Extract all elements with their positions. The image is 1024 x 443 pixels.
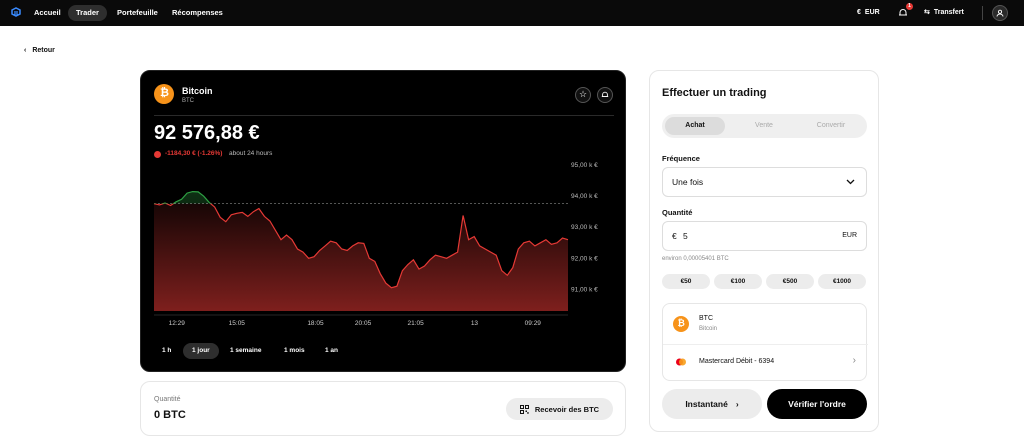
y-tick-label: 94,00 k € — [571, 193, 598, 200]
amount-currency: EUR — [842, 232, 857, 239]
summary-ticker: BTC — [699, 315, 713, 322]
bell-icon[interactable] — [898, 8, 908, 18]
user-icon — [996, 9, 1004, 17]
x-tick-label: 09:29 — [525, 320, 542, 327]
x-tick-label: 12:29 — [169, 320, 186, 327]
preset-50[interactable]: €50 — [662, 274, 710, 289]
price-alert-button[interactable] — [597, 87, 613, 103]
preset-500[interactable]: €500 — [766, 274, 814, 289]
trade-title: Effectuer un trading — [662, 87, 767, 99]
chevron-right-icon: › — [735, 399, 739, 409]
bell-icon — [601, 91, 609, 98]
receive-btc-button[interactable]: Recevoir des BTC — [506, 398, 613, 420]
transfer-label: Transfert — [933, 9, 964, 16]
instant-label: Instantané — [685, 399, 728, 409]
timeframe-1-jour[interactable]: 1 jour — [183, 343, 219, 359]
qr-code-icon — [519, 404, 529, 414]
timeframe-1-an[interactable]: 1 an — [316, 343, 347, 359]
amount-value: 5 — [683, 231, 688, 241]
star-icon: ☆ — [579, 89, 588, 99]
logo-icon[interactable] — [9, 6, 23, 20]
x-tick-label: 13 — [471, 320, 479, 327]
favorite-button[interactable]: ☆ — [575, 87, 591, 103]
transfer-icon: ⇆ — [924, 9, 930, 16]
euro-icon: € — [672, 231, 677, 241]
bitcoin-icon: ₿ — [154, 84, 174, 104]
chart-card: ₿ Bitcoin BTC ☆ 92 576,88 € -1184,30 € (… — [140, 70, 626, 372]
frequency-label: Fréquence — [662, 154, 700, 163]
y-tick-label: 91,00 k € — [571, 286, 598, 293]
price-chart[interactable]: 95,00 k € 94,00 k € 93,00 k € 92,00 k € 91,0… — [141, 151, 626, 331]
quantity-label: Quantité — [662, 208, 693, 217]
summary-asset-name: Bitcoin — [699, 326, 718, 332]
euro-icon: € — [857, 9, 861, 16]
payment-method[interactable]: Mastercard Débit - 6394 — [699, 358, 774, 365]
preset-100[interactable]: €100 — [714, 274, 762, 289]
timeframe-1-mois[interactable]: 1 mois — [275, 343, 314, 359]
x-tick-label: 21:05 — [408, 320, 425, 327]
x-tick-label: 18:05 — [307, 320, 324, 327]
nav-portefeuille[interactable]: Portefeuille — [109, 5, 166, 21]
holdings-card: Quantité 0 BTC Recevoir des BTC — [140, 381, 626, 436]
x-tick-label: 15:05 — [229, 320, 246, 327]
bitcoin-icon: ₿ — [673, 316, 689, 332]
frequency-value: Une fois — [672, 177, 704, 187]
timeframe-1-semaine[interactable]: 1 semaine — [221, 343, 270, 359]
chevron-down-icon — [846, 179, 855, 185]
trade-type-tabs: Achat Vente Convertir — [662, 114, 867, 138]
y-tick-label: 95,00 k € — [571, 162, 598, 169]
y-tick-label: 92,00 k € — [571, 255, 598, 262]
transfer-button[interactable]: ⇆ Transfert — [924, 5, 964, 21]
nav-accueil[interactable]: Accueil — [26, 5, 69, 21]
mastercard-icon — [676, 358, 686, 366]
avatar[interactable] — [992, 5, 1008, 21]
back-link[interactable]: ‹ Retour — [24, 47, 55, 54]
x-tick-label: 20:05 — [355, 320, 372, 327]
top-nav: Accueil Trader Portefeuille Récompenses … — [0, 0, 1024, 26]
preset-1000[interactable]: €1000 — [818, 274, 866, 289]
timeframe-1h[interactable]: 1 h — [153, 343, 180, 359]
tab-convertir[interactable]: Convertir — [801, 117, 861, 135]
nav-trader[interactable]: Trader — [68, 5, 107, 21]
verify-label: Vérifier l'ordre — [788, 399, 846, 409]
tab-achat[interactable]: Achat — [665, 117, 725, 135]
nav-recompenses[interactable]: Récompenses — [164, 5, 231, 21]
currency-label: EUR — [864, 9, 880, 16]
amount-input[interactable]: € 5 EUR — [662, 221, 867, 251]
chevron-right-icon[interactable]: › — [853, 355, 856, 366]
currency-selector[interactable]: € EUR — [857, 5, 880, 21]
y-tick-label: 93,00 k € — [571, 224, 598, 231]
receive-label: Recevoir des BTC — [534, 404, 600, 414]
holdings-value: 0 BTC — [154, 409, 186, 421]
frequency-select[interactable]: Une fois — [662, 167, 867, 197]
back-label: Retour — [32, 47, 55, 54]
instant-button[interactable]: Instantané › — [662, 389, 762, 419]
tab-vente[interactable]: Vente — [734, 117, 794, 135]
chevron-left-icon: ‹ — [24, 47, 27, 54]
notification-badge: 1 — [906, 3, 913, 10]
trade-panel: Effectuer un trading Achat Vente Convert… — [649, 70, 879, 432]
verify-order-button[interactable]: Vérifier l'ordre — [767, 389, 867, 419]
btc-estimate: environ 0,00005401 BTC — [662, 256, 729, 262]
summary-divider — [663, 344, 868, 345]
header-divider — [154, 115, 614, 116]
asset-name: Bitcoin — [182, 86, 213, 96]
nav-divider — [982, 6, 983, 20]
order-summary: ₿ BTC Bitcoin Mastercard Débit - 6394 › — [662, 303, 868, 381]
holdings-label: Quantité — [154, 396, 181, 403]
asset-ticker: BTC — [182, 98, 194, 104]
current-price: 92 576,88 € — [154, 122, 260, 144]
